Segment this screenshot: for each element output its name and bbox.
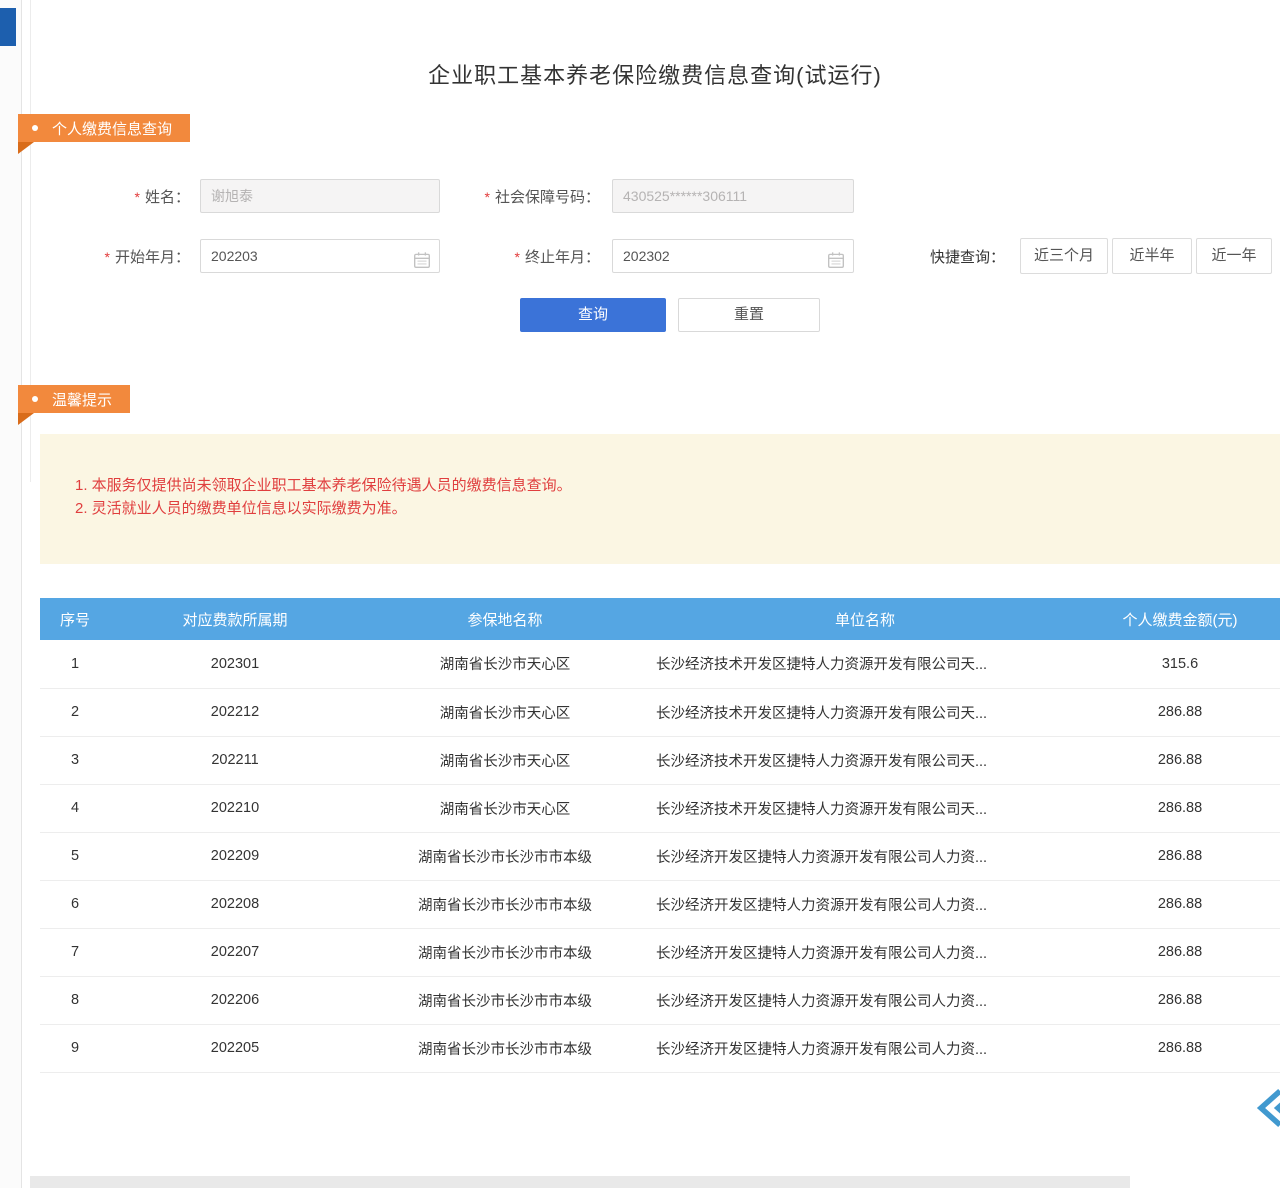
payment-records-table: 序号 对应费款所属期 参保地名称 单位名称 个人缴费金额(元) 1 202301… xyxy=(40,598,1280,1073)
badge-fold-decoration xyxy=(18,413,34,425)
section-badge-label: 温馨提示 xyxy=(52,389,112,410)
cell-seq: 1 xyxy=(40,640,110,688)
cell-company: 长沙经济技术开发区捷特人力资源开发有限公司天... xyxy=(650,640,1080,688)
cell-region: 湖南省长沙市天心区 xyxy=(360,784,650,832)
cell-seq: 2 xyxy=(40,688,110,736)
cell-period: 202209 xyxy=(110,832,360,880)
payment-query-page: 企业职工基本养老保险缴费信息查询(试运行) 个人缴费信息查询 *姓名： 谢旭泰 … xyxy=(0,0,1280,1188)
table-row: 8 202206 湖南省长沙市长沙市市本级 长沙经济开发区捷特人力资源开发有限公… xyxy=(40,976,1280,1024)
left-rail xyxy=(0,0,22,1188)
cell-amount: 286.88 xyxy=(1080,832,1280,880)
reset-button[interactable]: 重置 xyxy=(678,298,820,332)
cell-period: 202208 xyxy=(110,880,360,928)
cell-company: 长沙经济开发区捷特人力资源开发有限公司人力资... xyxy=(650,976,1080,1024)
table-row: 5 202209 湖南省长沙市长沙市市本级 长沙经济开发区捷特人力资源开发有限公… xyxy=(40,832,1280,880)
table-header-row: 序号 对应费款所属期 参保地名称 单位名称 个人缴费金额(元) xyxy=(40,598,1280,640)
col-header-period: 对应费款所属期 xyxy=(110,598,360,640)
cell-region: 湖南省长沙市长沙市市本级 xyxy=(360,832,650,880)
col-header-company: 单位名称 xyxy=(650,598,1080,640)
cell-amount: 315.6 xyxy=(1080,640,1280,688)
table-row: 9 202205 湖南省长沙市长沙市市本级 长沙经济开发区捷特人力资源开发有限公… xyxy=(40,1024,1280,1072)
cell-company: 长沙经济开发区捷特人力资源开发有限公司人力资... xyxy=(650,880,1080,928)
double-chevron-left-icon[interactable] xyxy=(1252,1086,1280,1130)
required-asterisk: * xyxy=(485,189,490,205)
quick-query-1year-button[interactable]: 近一年 xyxy=(1196,238,1272,274)
quick-query-halfyear-button[interactable]: 近半年 xyxy=(1112,238,1192,274)
ssn-field: 430525******306111 xyxy=(612,179,854,213)
start-month-field[interactable]: 202203 xyxy=(200,239,440,273)
cell-company: 长沙经济技术开发区捷特人力资源开发有限公司天... xyxy=(650,736,1080,784)
cell-period: 202210 xyxy=(110,784,360,832)
cell-period: 202207 xyxy=(110,928,360,976)
required-asterisk: * xyxy=(105,249,110,265)
cell-company: 长沙经济开发区捷特人力资源开发有限公司人力资... xyxy=(650,1024,1080,1072)
table-row: 6 202208 湖南省长沙市长沙市市本级 长沙经济开发区捷特人力资源开发有限公… xyxy=(40,880,1280,928)
col-header-region: 参保地名称 xyxy=(360,598,650,640)
calendar-icon[interactable] xyxy=(827,248,845,280)
cell-region: 湖南省长沙市长沙市市本级 xyxy=(360,880,650,928)
table-row: 3 202211 湖南省长沙市天心区 长沙经济技术开发区捷特人力资源开发有限公司… xyxy=(40,736,1280,784)
sidebar-collapsed-tab[interactable] xyxy=(0,8,16,46)
cell-amount: 286.88 xyxy=(1080,688,1280,736)
cell-region: 湖南省长沙市天心区 xyxy=(360,736,650,784)
cell-amount: 286.88 xyxy=(1080,784,1280,832)
section-badge-personal-payment-query: 个人缴费信息查询 xyxy=(18,114,190,142)
end-month-field[interactable]: 202302 xyxy=(612,239,854,273)
cell-period: 202211 xyxy=(110,736,360,784)
col-header-amount: 个人缴费金额(元) xyxy=(1080,598,1280,640)
cell-amount: 286.88 xyxy=(1080,928,1280,976)
col-header-seq: 序号 xyxy=(40,598,110,640)
cell-amount: 286.88 xyxy=(1080,976,1280,1024)
cell-company: 长沙经济技术开发区捷特人力资源开发有限公司天... xyxy=(650,784,1080,832)
required-asterisk: * xyxy=(515,249,520,265)
cell-seq: 4 xyxy=(40,784,110,832)
table-row: 7 202207 湖南省长沙市长沙市市本级 长沙经济开发区捷特人力资源开发有限公… xyxy=(40,928,1280,976)
cell-period: 202205 xyxy=(110,1024,360,1072)
cell-amount: 286.88 xyxy=(1080,880,1280,928)
cell-company: 长沙经济技术开发区捷特人力资源开发有限公司天... xyxy=(650,688,1080,736)
table-body: 1 202301 湖南省长沙市天心区 长沙经济技术开发区捷特人力资源开发有限公司… xyxy=(40,640,1280,1072)
bottom-scrollbar[interactable] xyxy=(30,1176,1130,1188)
cell-amount: 286.88 xyxy=(1080,1024,1280,1072)
cell-company: 长沙经济开发区捷特人力资源开发有限公司人力资... xyxy=(650,832,1080,880)
notice-line: 1. 本服务仅提供尚未领取企业职工基本养老保险待遇人员的缴费信息查询。 xyxy=(75,474,572,497)
table-row: 1 202301 湖南省长沙市天心区 长沙经济技术开发区捷特人力资源开发有限公司… xyxy=(40,640,1280,688)
cell-region: 湖南省长沙市天心区 xyxy=(360,640,650,688)
bullet-icon xyxy=(32,125,38,131)
cell-company: 长沙经济开发区捷特人力资源开发有限公司人力资... xyxy=(650,928,1080,976)
cell-period: 202212 xyxy=(110,688,360,736)
end-month-label: *终止年月： xyxy=(460,246,600,267)
name-label: *姓名： xyxy=(80,186,190,207)
cell-seq: 5 xyxy=(40,832,110,880)
table-row: 4 202210 湖南省长沙市天心区 长沙经济技术开发区捷特人力资源开发有限公司… xyxy=(40,784,1280,832)
cell-region: 湖南省长沙市天心区 xyxy=(360,688,650,736)
calendar-icon[interactable] xyxy=(413,248,431,280)
cell-seq: 3 xyxy=(40,736,110,784)
notice-box: 1. 本服务仅提供尚未领取企业职工基本养老保险待遇人员的缴费信息查询。 2. 灵… xyxy=(40,434,1280,564)
table-row: 2 202212 湖南省长沙市天心区 长沙经济技术开发区捷特人力资源开发有限公司… xyxy=(40,688,1280,736)
cell-period: 202301 xyxy=(110,640,360,688)
cell-region: 湖南省长沙市长沙市市本级 xyxy=(360,928,650,976)
cell-region: 湖南省长沙市长沙市市本级 xyxy=(360,1024,650,1072)
cell-period: 202206 xyxy=(110,976,360,1024)
cell-seq: 9 xyxy=(40,1024,110,1072)
section-badge-tips: 温馨提示 xyxy=(18,385,130,413)
badge-fold-decoration xyxy=(18,142,34,154)
quick-query-3months-button[interactable]: 近三个月 xyxy=(1020,238,1108,274)
required-asterisk: * xyxy=(135,189,140,205)
cell-amount: 286.88 xyxy=(1080,736,1280,784)
notice-line: 2. 灵活就业人员的缴费单位信息以实际缴费为准。 xyxy=(75,497,572,520)
quick-query-label: 快捷查询： xyxy=(930,246,1005,267)
bullet-icon xyxy=(32,396,38,402)
ssn-label: *社会保障号码： xyxy=(460,186,600,207)
cell-seq: 7 xyxy=(40,928,110,976)
cell-seq: 6 xyxy=(40,880,110,928)
query-button[interactable]: 查询 xyxy=(520,298,666,332)
cell-region: 湖南省长沙市长沙市市本级 xyxy=(360,976,650,1024)
cell-seq: 8 xyxy=(40,976,110,1024)
section-badge-label: 个人缴费信息查询 xyxy=(52,118,172,139)
start-month-label: *开始年月： xyxy=(80,246,190,267)
page-title: 企业职工基本养老保险缴费信息查询(试运行) xyxy=(30,58,1280,90)
name-field: 谢旭泰 xyxy=(200,179,440,213)
